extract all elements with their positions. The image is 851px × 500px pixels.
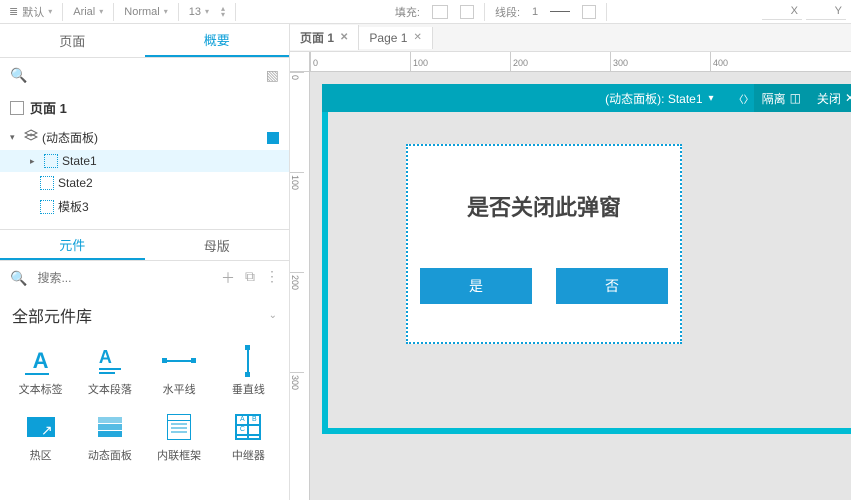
horizontal-ruler: 0 100 200 300 400 xyxy=(310,52,851,72)
isolate-button[interactable]: 隔离 ◫ xyxy=(754,84,809,112)
widget-dynamic-panel[interactable]: 动态面板 xyxy=(77,407,142,469)
filter-icon[interactable]: ▧ xyxy=(266,67,279,84)
layers-icon xyxy=(24,129,38,146)
tab-outline[interactable]: 概要 xyxy=(145,24,290,57)
format-toolbar: ≣ 默认 ▾ Arial ▾ Normal ▾ 13 ▾ ▴ ▾ 填充: 线段:… xyxy=(0,0,851,24)
canvas-tab[interactable]: Page 1✕ xyxy=(359,27,432,49)
widget-grid: 文本标签 A 文本段落 水平线 垂直线 热区 动态面 xyxy=(0,335,289,475)
left-panel: 页面 概要 🔍 ▧ 页面 1 ▾ (动态面板) ▸ xyxy=(0,24,290,500)
x-field[interactable]: X xyxy=(762,3,802,20)
fill-label: 填充: xyxy=(391,2,424,22)
dialog-yes-button[interactable]: 是 xyxy=(420,268,532,304)
vertical-ruler: 0 100 200 300 xyxy=(290,72,310,500)
hotspot-icon xyxy=(25,413,57,441)
paragraph-style-dropdown[interactable]: ≣ 默认 ▾ xyxy=(5,2,56,22)
panel-header: (动态面板): State1 ▾ 〈 〉 隔离 ◫ 关闭 ✕ xyxy=(322,84,851,112)
page-icon xyxy=(10,101,24,115)
close-icon: ✕ xyxy=(845,91,851,105)
close-icon[interactable]: ✕ xyxy=(413,32,421,43)
widget-inline-frame[interactable]: 内联框架 xyxy=(147,407,212,469)
ruler-corner xyxy=(290,52,310,72)
dynamic-panel-icon xyxy=(94,413,126,441)
canvas[interactable]: (动态面板): State1 ▾ 〈 〉 隔离 ◫ 关闭 ✕ xyxy=(310,72,851,500)
outline-tree: ▾ (动态面板) ▸ State1 State2 模 xyxy=(0,123,289,221)
panel-body[interactable]: 是否关闭此弹窗 是 否 xyxy=(328,112,851,428)
prev-state-icon[interactable]: 〈 xyxy=(734,91,744,106)
page-header: 页面 1 xyxy=(0,92,289,123)
close-panel-button[interactable]: 关闭 ✕ xyxy=(809,84,851,112)
line-width[interactable]: 1 xyxy=(528,4,542,20)
tree-row-template3[interactable]: 模板3 xyxy=(0,194,289,219)
vline-icon xyxy=(232,347,264,375)
close-icon[interactable]: ✕ xyxy=(340,32,348,43)
state-icon xyxy=(40,176,54,190)
state-icon xyxy=(40,200,54,214)
font-weight-dropdown[interactable]: Normal ▾ xyxy=(120,4,171,20)
line-label: 线段: xyxy=(491,2,524,22)
widget-text-paragraph[interactable]: A 文本段落 xyxy=(77,341,142,403)
widget-repeater[interactable]: ABC 中继器 xyxy=(216,407,281,469)
font-dropdown[interactable]: Arial ▾ xyxy=(69,4,107,20)
widget-search-input[interactable] xyxy=(33,267,215,289)
widget-vertical-line[interactable]: 垂直线 xyxy=(216,341,281,403)
text-paragraph-icon: A xyxy=(94,347,126,375)
line-more[interactable] xyxy=(578,3,600,21)
line-style[interactable] xyxy=(546,9,574,14)
repeater-icon: ABC xyxy=(232,413,264,441)
section-tabs: 元件 母版 xyxy=(0,229,289,261)
chevron-down-icon[interactable]: ▾ xyxy=(709,93,714,104)
library-dropdown[interactable]: 全部元件库 ⌄ xyxy=(0,295,289,335)
canvas-area: 页面 1✕ Page 1✕ 0 100 200 300 400 0 100 20… xyxy=(290,24,851,500)
more-icon[interactable]: ⋮ xyxy=(265,268,279,288)
fill-more[interactable] xyxy=(456,3,478,21)
tab-masters[interactable]: 母版 xyxy=(145,230,290,260)
widget-text-label[interactable]: 文本标签 xyxy=(8,341,73,403)
paragraph-icon: ≣ xyxy=(9,5,18,18)
expand-arrow-icon[interactable]: ▾ xyxy=(10,132,20,143)
panel-flag-icon xyxy=(267,132,279,144)
text-label-icon xyxy=(25,347,57,375)
widget-hotspot[interactable]: 热区 xyxy=(8,407,73,469)
chevron-down-icon: ▾ xyxy=(48,7,52,16)
outline-search-input[interactable] xyxy=(33,64,259,86)
dynamic-panel-frame: (动态面板): State1 ▾ 〈 〉 隔离 ◫ 关闭 ✕ xyxy=(322,84,851,434)
canvas-tab[interactable]: 页面 1✕ xyxy=(290,25,359,50)
tab-pages[interactable]: 页面 xyxy=(0,24,145,57)
next-state-icon[interactable]: 〉 xyxy=(744,91,754,106)
search-icon: 🔍 xyxy=(10,270,27,287)
state-icon xyxy=(44,154,58,168)
copy-icon[interactable]: ⧉ xyxy=(245,268,255,288)
font-size-stepper[interactable]: ▴ ▾ xyxy=(217,4,229,20)
font-size-dropdown[interactable]: 13 ▾ xyxy=(185,4,213,20)
tree-row-panel[interactable]: ▾ (动态面板) xyxy=(0,125,289,150)
dialog-no-button[interactable]: 否 xyxy=(556,268,668,304)
expand-arrow-icon[interactable]: ▸ xyxy=(30,156,40,167)
fill-color-swatch[interactable] xyxy=(428,3,452,21)
iframe-icon xyxy=(163,413,195,441)
tab-widgets[interactable]: 元件 xyxy=(0,230,145,260)
add-icon[interactable]: ＋ xyxy=(221,268,235,288)
isolate-icon: ◫ xyxy=(790,91,801,105)
widget-horizontal-line[interactable]: 水平线 xyxy=(147,341,212,403)
canvas-tabs: 页面 1✕ Page 1✕ xyxy=(290,24,851,52)
tree-row-state1[interactable]: ▸ State1 xyxy=(0,150,289,172)
tree-row-state2[interactable]: State2 xyxy=(0,172,289,194)
y-field[interactable]: Y xyxy=(806,3,846,20)
left-tabs: 页面 概要 xyxy=(0,24,289,58)
hline-icon xyxy=(163,347,195,375)
chevron-updown-icon: ⌄ xyxy=(269,310,277,321)
dialog-title: 是否关闭此弹窗 xyxy=(408,190,680,222)
panel-title: (动态面板): State1 xyxy=(605,90,702,107)
dialog-widget[interactable]: 是否关闭此弹窗 是 否 xyxy=(406,144,682,344)
search-icon: 🔍 xyxy=(10,67,27,84)
